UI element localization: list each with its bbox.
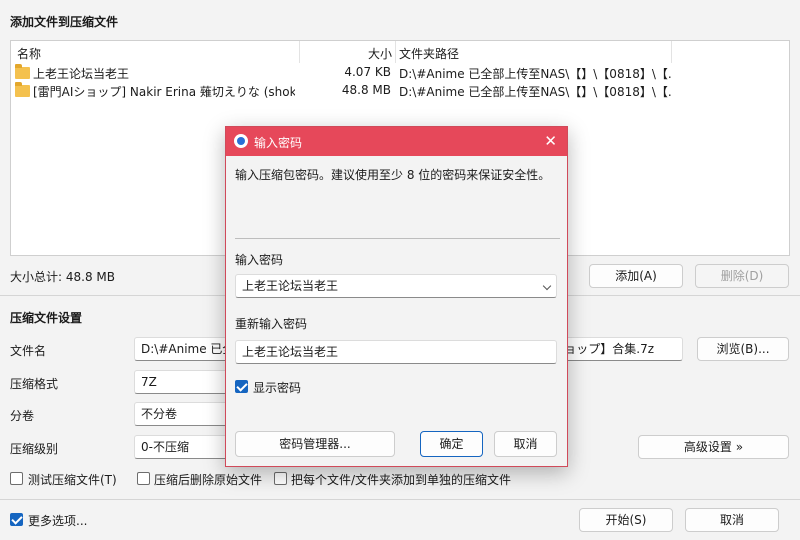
list-item[interactable]: [雷門AIショップ] Nakir Erina 薙切えりな (shoku... 4… <box>11 81 789 101</box>
file-path: D:\#Anime 已全部上传至NAS\【】\【0818】\【... <box>399 67 671 81</box>
level-label: 压缩级别 <box>10 442 59 456</box>
add-files-title: 添加文件到压缩文件 <box>10 15 119 29</box>
reenter-password-input[interactable]: 上老王论坛当老王 <box>235 340 557 364</box>
separate-archives-checkbox[interactable] <box>274 472 287 485</box>
password-value: 上老王论坛当老王 <box>242 279 339 293</box>
test-archive-label[interactable]: 测试压缩文件(T) <box>28 471 117 488</box>
filename-label: 文件名 <box>10 344 47 358</box>
split-label: 分卷 <box>10 409 35 423</box>
dialog-cancel-button[interactable]: 取消 <box>494 431 557 457</box>
more-options-checkbox[interactable] <box>10 513 23 526</box>
total-size: 大小总计: 48.8 MB <box>10 270 115 284</box>
password-dialog: 输入密码 ✕ 输入压缩包密码。建议使用至少 8 位的密码来保证安全性。 输入密码… <box>225 126 568 467</box>
format-label: 压缩格式 <box>10 377 59 391</box>
dialog-title: 输入密码 <box>254 136 303 150</box>
dialog-description: 输入压缩包密码。建议使用至少 8 位的密码来保证安全性。 <box>235 168 551 182</box>
ok-button[interactable]: 确定 <box>420 431 483 457</box>
add-button[interactable]: 添加(A) <box>589 264 683 288</box>
reenter-password-label: 重新输入密码 <box>235 317 308 331</box>
password-manager-button[interactable]: 密码管理器... <box>235 431 395 457</box>
delete-button[interactable]: 删除(D) <box>695 264 789 288</box>
password-input[interactable]: 上老王论坛当老王 <box>235 274 557 298</box>
divider <box>0 499 800 500</box>
delete-after-label[interactable]: 压缩后删除原始文件 <box>154 471 262 488</box>
column-header-name[interactable]: 名称 <box>17 45 41 61</box>
file-size: 4.07 KB <box>344 65 391 79</box>
test-archive-checkbox[interactable] <box>10 472 23 485</box>
folder-icon <box>15 64 30 79</box>
separate-archives-label[interactable]: 把每个文件/文件夹添加到单独的压缩文件 <box>291 471 511 488</box>
browse-button[interactable]: 浏览(B)... <box>697 337 789 361</box>
app-icon <box>234 134 248 148</box>
start-button[interactable]: 开始(S) <box>579 508 673 532</box>
settings-title: 压缩文件设置 <box>10 311 83 325</box>
column-separator <box>299 41 300 63</box>
password-label: 输入密码 <box>235 253 284 267</box>
chevron-down-icon[interactable] <box>542 281 552 291</box>
file-name: 上老王论坛当老王 <box>33 67 130 81</box>
column-header-size[interactable]: 大小 <box>368 45 392 61</box>
column-separator <box>395 41 396 63</box>
folder-icon <box>15 82 30 97</box>
file-size: 48.8 MB <box>341 83 391 97</box>
dialog-titlebar[interactable]: 输入密码 ✕ <box>226 127 567 156</box>
column-separator <box>671 41 672 63</box>
show-password-label[interactable]: 显示密码 <box>253 379 301 396</box>
more-options-label[interactable]: 更多选项... <box>28 512 87 529</box>
filename-value: D:\#Anime 已全 <box>141 342 235 356</box>
advanced-settings-button[interactable]: 高级设置 » <box>638 435 789 459</box>
list-item[interactable]: 上老王论坛当老王 4.07 KB D:\#Anime 已全部上传至NAS\【】\… <box>11 63 789 83</box>
show-password-checkbox[interactable] <box>235 380 248 393</box>
divider <box>235 238 560 239</box>
main-cancel-button[interactable]: 取消 <box>685 508 779 532</box>
file-name: [雷門AIショップ] Nakir Erina 薙切えりな (shoku... <box>33 85 295 99</box>
file-path: D:\#Anime 已全部上传至NAS\【】\【0818】\【... <box>399 85 671 99</box>
delete-after-checkbox[interactable] <box>137 472 150 485</box>
column-header-path[interactable]: 文件夹路径 <box>399 45 459 61</box>
close-icon[interactable]: ✕ <box>544 132 557 150</box>
